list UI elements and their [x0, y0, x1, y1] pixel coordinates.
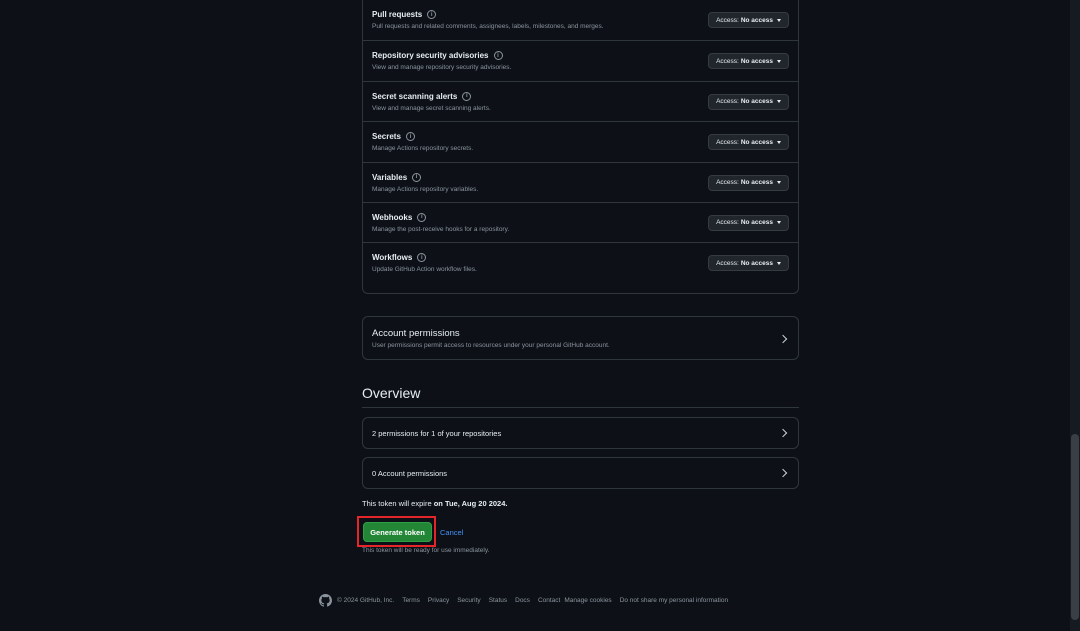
footer-link-privacy[interactable]: Privacy: [428, 597, 449, 604]
overview-account-permissions[interactable]: 0 Account permissions: [362, 457, 799, 489]
permission-row-workflows: Workflows i Update GitHub Action workflo…: [363, 242, 798, 282]
caret-down-icon: [777, 140, 781, 144]
generate-token-button[interactable]: Generate token: [363, 522, 432, 542]
access-value: No access: [740, 138, 773, 146]
footer-link-manage-cookies[interactable]: Manage cookies: [564, 597, 611, 604]
permission-title: Pull requests: [372, 10, 423, 19]
footer: © 2024 GitHub, Inc. Terms Privacy Securi…: [319, 594, 736, 607]
overview-heading: Overview: [362, 385, 799, 408]
access-value: No access: [740, 219, 773, 227]
account-permissions-card[interactable]: Account permissions User permissions per…: [362, 316, 799, 360]
permission-row-variables: Variables i Manage Actions repository va…: [363, 161, 798, 202]
access-dropdown-button[interactable]: Access: No access: [708, 255, 789, 272]
permission-title: Workflows: [372, 253, 413, 263]
info-icon[interactable]: i: [493, 51, 503, 61]
access-dropdown-button[interactable]: Access: No access: [708, 134, 789, 151]
access-dropdown-button[interactable]: Access: No access: [708, 53, 789, 70]
access-value: No access: [740, 98, 773, 106]
cancel-link[interactable]: Cancel: [440, 528, 463, 537]
caret-down-icon: [777, 261, 781, 265]
info-icon[interactable]: i: [462, 91, 472, 101]
repository-permissions-summary: 2 permissions for 1 of your repositories: [372, 429, 502, 438]
info-icon[interactable]: i: [412, 172, 422, 182]
permission-row-repository-security-advisories: Repository security advisories i View an…: [363, 40, 798, 80]
access-prefix: Access:: [716, 98, 739, 106]
permission-description: Manage Actions repository variables.: [372, 185, 479, 193]
permission-row-secrets: Secrets i Manage Actions repository secr…: [363, 121, 798, 161]
access-value: No access: [740, 179, 773, 187]
caret-down-icon: [777, 221, 781, 225]
access-value: No access: [740, 16, 773, 24]
chevron-right-icon: [778, 468, 788, 478]
permission-description: Manage the post-receive hooks for a repo…: [372, 225, 510, 233]
permission-description: Manage Actions repository secrets.: [372, 145, 474, 153]
permission-title: Secret scanning alerts: [372, 91, 458, 101]
token-ready-note: This token will be ready for use immedia…: [362, 547, 490, 554]
footer-link-status[interactable]: Status: [489, 597, 507, 604]
access-dropdown-button[interactable]: Access: No access: [708, 12, 789, 28]
permission-description: View and manage secret scanning alerts.: [372, 104, 491, 112]
vertical-scrollbar[interactable]: [1070, 0, 1080, 631]
footer-link-do-not-share[interactable]: Do not share my personal information: [620, 597, 728, 604]
access-dropdown-button[interactable]: Access: No access: [708, 214, 789, 231]
access-prefix: Access:: [716, 138, 739, 146]
footer-copyright: © 2024 GitHub, Inc.: [337, 597, 395, 604]
permission-title: Repository security advisories: [372, 51, 489, 61]
access-value: No access: [740, 259, 773, 267]
access-dropdown-button[interactable]: Access: No access: [708, 93, 789, 110]
expiry-date: on Tue, Aug 20 2024.: [433, 499, 508, 508]
permission-title: Secrets: [372, 132, 401, 142]
permission-row-pull-requests: Pull requests i Pull requests and relate…: [363, 0, 798, 40]
account-permissions-title: Account permissions: [372, 328, 460, 339]
footer-link-contact[interactable]: Contact: [538, 597, 560, 604]
chevron-right-icon: [778, 334, 788, 344]
permission-title: Webhooks: [372, 212, 413, 222]
permission-description: Pull requests and related comments, assi…: [372, 23, 604, 30]
permission-title: Variables: [372, 172, 408, 182]
access-dropdown-button[interactable]: Access: No access: [708, 174, 789, 191]
github-logo-icon[interactable]: [319, 594, 332, 607]
permission-row-webhooks: Webhooks i Manage the post-receive hooks…: [363, 201, 798, 242]
permission-description: View and manage repository security advi…: [372, 64, 512, 72]
token-expiry-text: This token will expire on Tue, Aug 20 20…: [362, 499, 507, 508]
footer-link-terms[interactable]: Terms: [402, 597, 420, 604]
info-icon[interactable]: i: [405, 132, 415, 142]
chevron-right-icon: [778, 428, 788, 438]
info-icon[interactable]: i: [417, 212, 427, 222]
caret-down-icon: [777, 181, 781, 185]
info-icon[interactable]: i: [417, 253, 427, 263]
caret-down-icon: [777, 100, 781, 104]
access-prefix: Access:: [716, 16, 739, 24]
footer-link-docs[interactable]: Docs: [515, 597, 530, 604]
permission-row-secret-scanning-alerts: Secret scanning alerts i View and manage…: [363, 80, 798, 121]
scrollbar-thumb[interactable]: [1071, 434, 1079, 620]
access-prefix: Access:: [716, 219, 739, 227]
repository-permissions-list: Pull requests i Pull requests and relate…: [362, 0, 799, 294]
access-prefix: Access:: [716, 259, 739, 267]
info-icon[interactable]: i: [427, 10, 437, 19]
footer-link-security[interactable]: Security: [457, 597, 480, 604]
access-prefix: Access:: [716, 57, 739, 65]
account-permissions-description: User permissions permit access to resour…: [372, 342, 610, 349]
access-prefix: Access:: [716, 179, 739, 187]
expiry-prefix: This token will expire: [362, 499, 432, 508]
caret-down-icon: [777, 59, 781, 63]
page: Pull requests i Pull requests and relate…: [0, 0, 1080, 631]
overview-repository-permissions[interactable]: 2 permissions for 1 of your repositories: [362, 417, 799, 449]
account-permissions-summary: 0 Account permissions: [372, 469, 448, 478]
permission-description: Update GitHub Action workflow files.: [372, 266, 477, 274]
caret-down-icon: [777, 18, 781, 22]
access-value: No access: [740, 57, 773, 65]
